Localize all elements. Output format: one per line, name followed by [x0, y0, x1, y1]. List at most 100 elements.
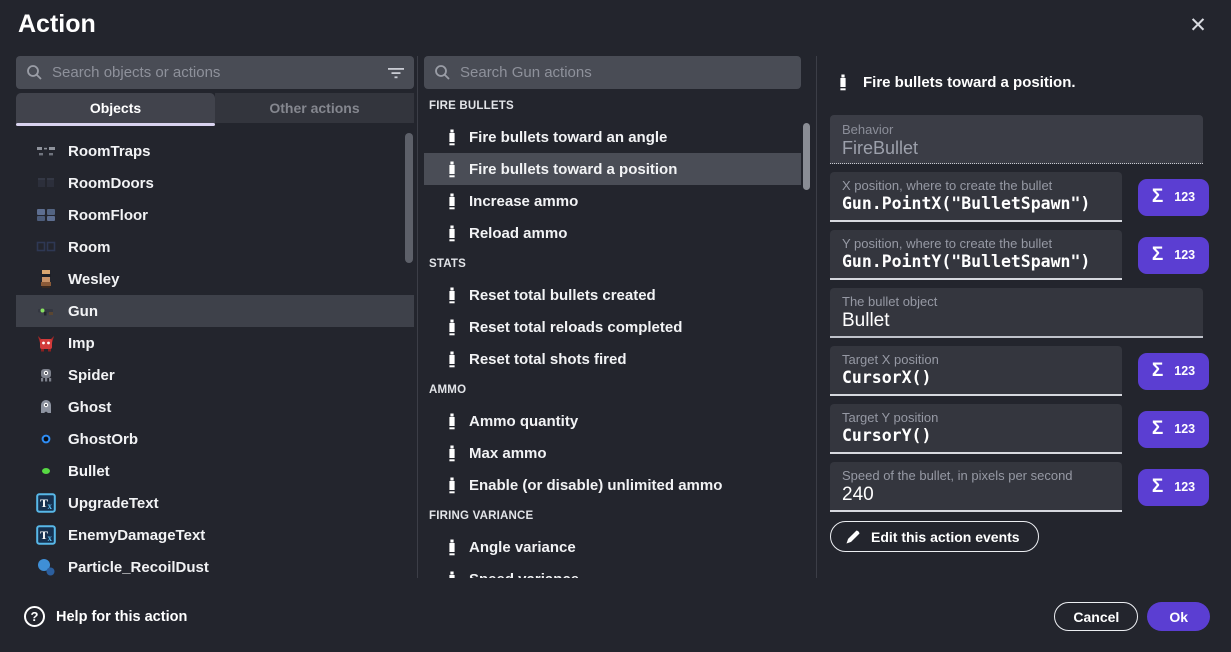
object-item-gun[interactable]: Gun [16, 295, 414, 327]
sigma-icon: Σ [1152, 360, 1163, 382]
objects-search-input[interactable] [52, 64, 379, 81]
action-group-header: STATS [424, 249, 801, 279]
expression-editor-button[interactable]: Σ123 [1138, 353, 1209, 390]
objects-search-bar[interactable] [16, 56, 414, 89]
imp-icon [36, 333, 56, 353]
parameter-field[interactable]: Speed of the bullet, in pixels per secon… [830, 462, 1122, 512]
numeric-123-icon: 123 [1174, 422, 1195, 436]
parameter-value[interactable]: Gun.PointY("BulletSpawn") [842, 252, 1110, 271]
parameter-field[interactable]: Target Y positionCursorY() [830, 404, 1122, 454]
bullet-action-icon [447, 445, 457, 462]
parameter-field[interactable]: The bullet objectBullet [830, 288, 1203, 338]
object-label: Wesley [68, 271, 119, 288]
action-item[interactable]: Reset total bullets created [424, 279, 801, 311]
numeric-123-icon: 123 [1174, 190, 1195, 204]
action-group-header: FIRE BULLETS [424, 91, 801, 121]
action-label: Max ammo [469, 445, 547, 462]
parameter-field[interactable]: X position, where to create the bulletGu… [830, 172, 1122, 222]
cancel-button[interactable]: Cancel [1054, 602, 1138, 631]
object-item-ghostorb[interactable]: GhostOrb [16, 423, 414, 455]
sigma-icon: Σ [1152, 476, 1163, 498]
roomdoors-icon [36, 173, 56, 193]
wesley-icon [36, 269, 56, 289]
action-item[interactable]: Fire bullets toward a position [424, 153, 801, 185]
action-item[interactable]: Increase ammo [424, 185, 801, 217]
object-item-ghost[interactable]: Ghost [16, 391, 414, 423]
tab-other-actions[interactable]: Other actions [215, 93, 414, 123]
action-label: Angle variance [469, 539, 576, 556]
action-label: Reset total reloads completed [469, 319, 682, 336]
parameter-row: Y position, where to create the bulletGu… [830, 230, 1210, 280]
parameter-row: The bullet objectBullet [830, 288, 1210, 338]
action-item[interactable]: Enable (or disable) unlimited ammo [424, 469, 801, 501]
edit-action-events-button[interactable]: Edit this action events [830, 521, 1039, 552]
action-group-header: FIRING VARIANCE [424, 501, 801, 531]
actions-list-scrollbar[interactable] [803, 123, 810, 190]
object-item-roomfloor[interactable]: RoomFloor [16, 199, 414, 231]
action-item[interactable]: Angle variance [424, 531, 801, 563]
parameter-label: The bullet object [842, 294, 1191, 309]
objects-list-scrollbar[interactable] [405, 133, 413, 263]
tab-objects[interactable]: Objects [16, 93, 215, 123]
object-item-roomdoors[interactable]: RoomDoors [16, 167, 414, 199]
bullet-action-icon [447, 477, 457, 494]
parameter-field[interactable]: Target X positionCursorX() [830, 346, 1122, 396]
object-item-spider[interactable]: Spider [16, 359, 414, 391]
object-list: RoomTrapsRoomDoorsRoomFloor Room Wesley Gun… [16, 135, 414, 578]
object-item-bullet[interactable]: Bullet [16, 455, 414, 487]
object-item-roomtraps[interactable]: RoomTraps [16, 135, 414, 167]
expression-editor-button[interactable]: Σ123 [1138, 237, 1209, 274]
object-item-upgradetext[interactable]: TxUpgradeText [16, 487, 414, 519]
ok-button[interactable]: Ok [1147, 602, 1210, 631]
close-icon[interactable]: ✕ [1186, 14, 1210, 38]
parameter-row: Target Y positionCursorY() Σ 123 [830, 404, 1210, 454]
bullet-action-icon [447, 287, 457, 304]
action-list: FIRE BULLETSFire bullets toward an angle… [424, 91, 801, 578]
sigma-icon: Σ [1152, 244, 1163, 266]
expression-editor-button[interactable]: Σ 123 [1138, 411, 1209, 448]
action-label: Reset total bullets created [469, 287, 656, 304]
action-item[interactable]: Ammo quantity [424, 405, 801, 437]
textobj-icon: Tx [36, 525, 56, 545]
search-icon [26, 64, 43, 81]
object-label: EnemyDamageText [68, 527, 205, 544]
room-icon [36, 237, 56, 257]
object-label: Room [68, 239, 111, 256]
bullet-action-icon [447, 225, 457, 242]
parameter-value[interactable]: Bullet [842, 310, 1191, 332]
object-item-imp[interactable]: Imp [16, 327, 414, 359]
parameter-value[interactable]: CursorY() [842, 426, 1110, 445]
object-item-enemydamagetext[interactable]: Tx EnemyDamageText [16, 519, 414, 551]
help-for-action[interactable]: ? Help for this action [24, 606, 187, 627]
expression-editor-button[interactable]: Σ 123 [1138, 469, 1209, 506]
roomtraps-icon [36, 141, 56, 161]
action-item[interactable]: Reset total shots fired [424, 343, 801, 375]
bullet-action-icon [838, 74, 848, 91]
parameter-row: Target X positionCursorX() Σ123 [830, 346, 1210, 396]
actions-search-input[interactable] [460, 64, 791, 81]
sigma-icon: Σ [1152, 418, 1163, 440]
expression-editor-button[interactable]: Σ123 [1138, 179, 1209, 216]
ghost-icon [36, 397, 56, 417]
object-item-particle_recoildust[interactable]: Particle_RecoilDust [16, 551, 414, 578]
action-item[interactable]: Speed variance [424, 563, 801, 578]
parameter-value[interactable]: CursorX() [842, 368, 1110, 387]
spider-icon [36, 365, 56, 385]
actions-search-bar[interactable] [424, 56, 801, 89]
bullet-action-icon [447, 161, 457, 178]
action-item[interactable]: Fire bullets toward an angle [424, 121, 801, 153]
action-item[interactable]: Reset total reloads completed [424, 311, 801, 343]
numeric-123-icon: 123 [1174, 480, 1195, 494]
textobj-icon: Tx [36, 493, 56, 513]
object-item-wesley[interactable]: Wesley [16, 263, 414, 295]
bullet-action-icon [447, 413, 457, 430]
parameter-row: Speed of the bullet, in pixels per secon… [830, 462, 1210, 512]
particle-icon [36, 557, 56, 577]
parameter-value[interactable]: Gun.PointX("BulletSpawn") [842, 194, 1110, 213]
parameter-value[interactable]: 240 [842, 484, 1110, 506]
object-item-room[interactable]: Room [16, 231, 414, 263]
filter-icon[interactable] [388, 66, 404, 80]
action-item[interactable]: Reload ammo [424, 217, 801, 249]
parameter-field[interactable]: Y position, where to create the bulletGu… [830, 230, 1122, 280]
action-item[interactable]: Max ammo [424, 437, 801, 469]
